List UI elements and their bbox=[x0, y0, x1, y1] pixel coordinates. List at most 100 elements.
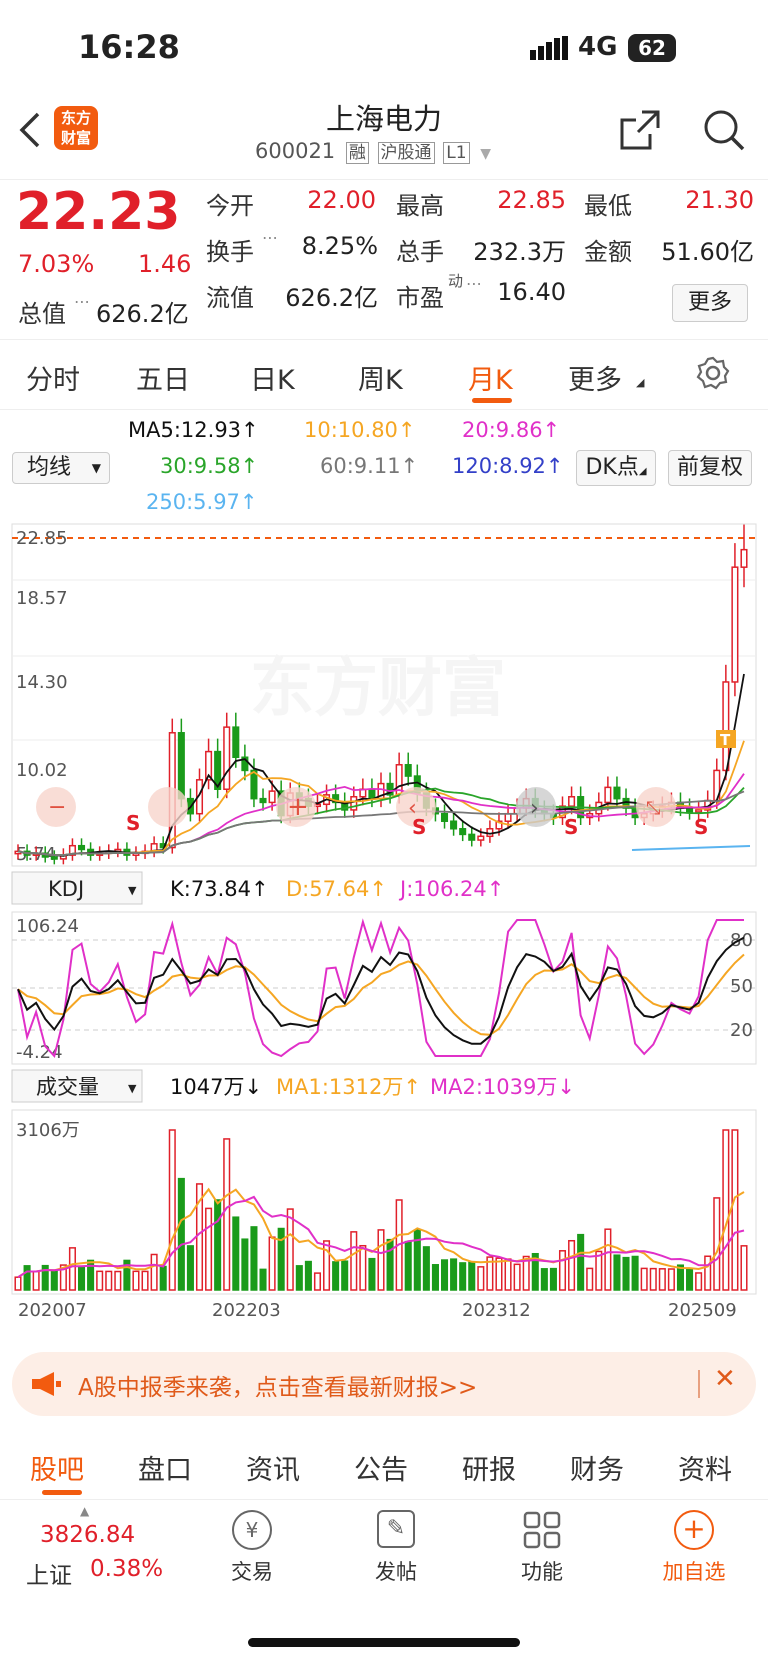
banner-text: A股中报季来袭，点击查看最新财报>> bbox=[78, 1375, 478, 1401]
volume-bar bbox=[495, 1257, 503, 1291]
signal-s-3: S bbox=[564, 815, 578, 839]
pe-info-icon[interactable]: ⋯ bbox=[466, 274, 482, 293]
volume-ma1: MA1:1312万↑ bbox=[276, 1075, 421, 1099]
volume-bar bbox=[14, 1276, 22, 1291]
index-panel[interactable]: ▲ 3826.84 上证 0.38% bbox=[0, 1500, 170, 1610]
volume-bar bbox=[404, 1240, 412, 1291]
tab-daily-k[interactable]: 日K bbox=[250, 358, 295, 397]
tab-profile[interactable]: 资料 bbox=[678, 1448, 732, 1487]
tab-announcements[interactable]: 公告 bbox=[354, 1448, 408, 1487]
volume-bar bbox=[268, 1236, 276, 1291]
tag-hgt: 沪股通 bbox=[377, 142, 435, 164]
tab-guba[interactable]: 股吧 bbox=[30, 1448, 84, 1487]
volume-bar bbox=[740, 1245, 748, 1291]
tab-minute[interactable]: 分时 bbox=[26, 358, 80, 397]
tab-news[interactable]: 资讯 bbox=[246, 1448, 300, 1487]
volume-bar bbox=[586, 1267, 594, 1291]
edit-icon: ✎ bbox=[377, 1510, 415, 1548]
signal-s-2: S bbox=[412, 815, 426, 839]
banner-divider bbox=[698, 1370, 700, 1398]
status-time: 16:28 bbox=[78, 28, 180, 66]
volume-bar bbox=[96, 1270, 104, 1291]
open-value: 22.00 bbox=[307, 186, 376, 214]
kdj-caret-icon: ▼ bbox=[128, 884, 137, 897]
candle bbox=[368, 788, 376, 800]
trade-button[interactable]: ¥ 交易 bbox=[212, 1510, 292, 1600]
volume-bar bbox=[622, 1256, 630, 1291]
tab-more[interactable]: 更多 bbox=[568, 358, 622, 397]
y-tick-4: 10.02 bbox=[16, 760, 68, 781]
change-pct: 7.03% bbox=[18, 250, 95, 278]
volume-bar bbox=[504, 1258, 512, 1291]
candle bbox=[450, 820, 458, 830]
candle bbox=[731, 566, 739, 683]
volume-bar bbox=[604, 1228, 612, 1291]
plus-icon: + bbox=[287, 792, 309, 822]
more-button[interactable]: 更多 bbox=[672, 284, 748, 322]
info-icon[interactable]: ⋯ bbox=[74, 292, 90, 311]
function-button[interactable]: 功能 bbox=[502, 1510, 582, 1600]
volume-bar bbox=[368, 1257, 376, 1291]
kdj-d: D:57.64↑ bbox=[286, 877, 387, 901]
candle bbox=[268, 790, 276, 804]
volume-bar bbox=[549, 1267, 557, 1291]
candle bbox=[232, 726, 240, 758]
tab-research[interactable]: 研报 bbox=[462, 1448, 516, 1487]
share-icon[interactable] bbox=[618, 108, 662, 152]
volume-bar bbox=[450, 1258, 458, 1291]
tab-monthly-k[interactable]: 月K bbox=[468, 358, 513, 397]
volume-bar bbox=[313, 1272, 322, 1291]
content-tabs: 股吧 盘口 资讯 公告 研报 财务 资料 bbox=[0, 1428, 768, 1500]
volume-bar bbox=[68, 1247, 76, 1291]
volume-bar bbox=[250, 1226, 258, 1291]
volume-bar bbox=[159, 1265, 167, 1291]
volume-bar bbox=[295, 1265, 303, 1291]
candle bbox=[504, 812, 512, 822]
volume-bar bbox=[350, 1231, 358, 1291]
tab-pankou[interactable]: 盘口 bbox=[138, 1448, 192, 1487]
kdj-k: K:73.84↑ bbox=[170, 877, 269, 901]
index-up-arrow-icon: ▲ bbox=[80, 1504, 90, 1518]
kdj-selector-label: KDJ bbox=[48, 877, 84, 901]
battery-icon: 62 bbox=[628, 34, 676, 62]
volume-caret-icon: ▼ bbox=[128, 1082, 137, 1095]
volume-max: 3106万 bbox=[16, 1120, 80, 1141]
kdj-k-line bbox=[17, 936, 745, 1045]
kline-chart-area: MA5:12.93↑ 10:10.80↑ 20:9.86↑ 均线 ▼ 30:9.5… bbox=[0, 410, 768, 1340]
tab-weekly-k[interactable]: 周K bbox=[358, 358, 403, 397]
post-button[interactable]: ✎ 发帖 bbox=[356, 1510, 436, 1600]
search-icon[interactable] bbox=[702, 108, 746, 152]
close-icon[interactable]: ✕ bbox=[714, 1364, 736, 1394]
volume-bar bbox=[568, 1239, 576, 1291]
volume-bar bbox=[286, 1208, 294, 1291]
y-tick-3: 14.30 bbox=[16, 672, 68, 693]
promo-banner[interactable]: A股中报季来袭，点击查看最新财报>> ✕ bbox=[12, 1352, 756, 1416]
add-watchlist-button[interactable]: + 加自选 bbox=[650, 1510, 738, 1600]
candle-chart[interactable]: 东方财富 22.85 18.57 14.30 10.02 5.74 − + ‹ … bbox=[0, 410, 768, 1340]
volume-bar bbox=[649, 1267, 657, 1291]
x-label-1: 202007 bbox=[18, 1300, 87, 1321]
signal-s-4: S bbox=[694, 815, 708, 839]
volume-bar bbox=[205, 1207, 213, 1291]
volume-ma2: MA2:1039万↓ bbox=[430, 1075, 575, 1099]
kdj-j: J:106.24↑ bbox=[398, 877, 504, 901]
candle bbox=[50, 856, 58, 860]
tab-five-day[interactable]: 五日 bbox=[136, 358, 190, 397]
volume-bar bbox=[23, 1265, 31, 1291]
index-value: 3826.84 bbox=[40, 1522, 136, 1548]
volume-bar bbox=[359, 1244, 367, 1291]
turnover-info-icon[interactable]: ⋯ bbox=[262, 228, 278, 247]
volume-bar bbox=[304, 1260, 312, 1291]
tab-finance[interactable]: 财务 bbox=[570, 1448, 624, 1487]
dropdown-icon[interactable]: ▼ bbox=[480, 146, 491, 162]
zoom-button[interactable] bbox=[148, 787, 188, 827]
volume-bar bbox=[214, 1199, 222, 1291]
index-change: 0.38% bbox=[90, 1556, 164, 1582]
volume-bar bbox=[513, 1263, 521, 1291]
candle bbox=[259, 797, 267, 804]
settings-icon[interactable] bbox=[696, 356, 730, 390]
tab-active-indicator bbox=[472, 398, 512, 403]
volume-bar bbox=[186, 1245, 194, 1291]
signal-s-1: S bbox=[126, 811, 140, 835]
y-tick-1: 22.85 bbox=[16, 528, 68, 549]
